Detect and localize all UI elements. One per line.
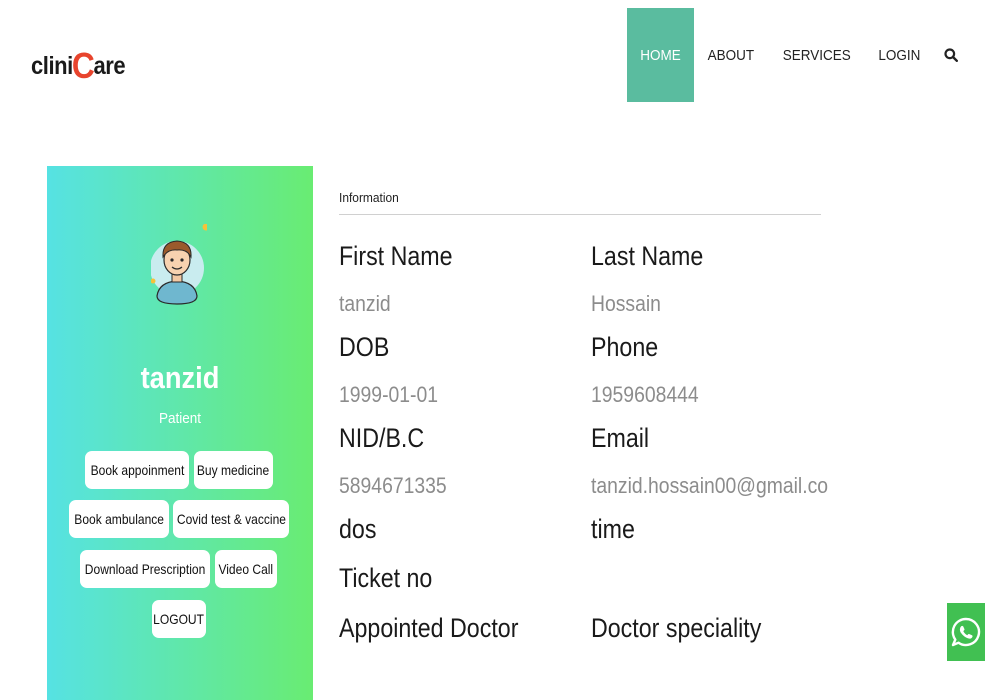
button-label: Buy medicine (197, 462, 270, 478)
button-label: Covid test & vaccine (176, 511, 286, 527)
button-label: LOGOUT (153, 611, 205, 627)
nav-item-login[interactable]: LOGIN (869, 8, 931, 102)
user-avatar-icon (151, 224, 207, 310)
brand-accent-letter: C (71, 45, 95, 86)
download-prescription-button[interactable]: Download Prescription (80, 550, 210, 588)
button-label: Video Call (218, 561, 274, 577)
first-name-label: First Name (339, 241, 453, 271)
buy-medicine-button[interactable]: Buy medicine (194, 451, 273, 489)
search-icon (944, 48, 958, 62)
dob-value: 1999-01-01 (339, 382, 439, 407)
nav-item-label: HOME (640, 46, 681, 64)
last-name-label: Last Name (591, 241, 704, 271)
whatsapp-button[interactable] (947, 603, 985, 661)
ticket-no-label: Ticket no (339, 563, 433, 593)
whatsapp-icon (951, 617, 981, 647)
nid-label: NID/B.C (339, 423, 425, 453)
brand-suffix: are (93, 52, 126, 80)
button-label: Book appoinment (90, 462, 184, 478)
profile-card: tanzid Patient Book appoinment Buy medic… (47, 166, 313, 700)
last-name-value: Hossain (591, 291, 661, 316)
main-nav: HOME ABOUT SERVICES LOGIN (627, 8, 968, 102)
search-button[interactable] (934, 8, 968, 102)
logout-button[interactable]: LOGOUT (152, 600, 206, 638)
video-call-button[interactable]: Video Call (215, 550, 277, 588)
nav-item-home[interactable]: HOME (627, 8, 695, 102)
info-divider (339, 214, 821, 215)
profile-name: tanzid (140, 360, 220, 395)
profile-role: Patient (158, 410, 202, 427)
dos-label: dos (339, 514, 377, 544)
brand-prefix: clini (31, 52, 73, 80)
phone-value: 1959608444 (591, 382, 699, 407)
phone-label: Phone (591, 332, 659, 362)
email-value: tanzid.hossain00@gmail.co (591, 473, 829, 498)
nid-value: 5894671335 (339, 473, 447, 498)
book-appointment-button[interactable]: Book appoinment (85, 451, 189, 489)
first-name-value: tanzid (339, 291, 391, 316)
time-label: time (591, 514, 635, 544)
doctor-speciality-label: Doctor speciality (591, 613, 762, 643)
button-label: Download Prescription (84, 561, 206, 577)
appointed-doctor-label: Appointed Doctor (339, 613, 519, 643)
nav-item-services[interactable]: SERVICES (773, 8, 861, 102)
book-ambulance-button[interactable]: Book ambulance (69, 500, 169, 538)
email-label: Email (591, 423, 650, 453)
info-heading: Information (339, 190, 399, 205)
brand-logo[interactable]: cliniCare (31, 45, 126, 86)
covid-test-button[interactable]: Covid test & vaccine (173, 500, 289, 538)
button-label: Book ambulance (74, 511, 164, 527)
dob-label: DOB (339, 332, 390, 362)
nav-item-about[interactable]: ABOUT (698, 8, 764, 102)
